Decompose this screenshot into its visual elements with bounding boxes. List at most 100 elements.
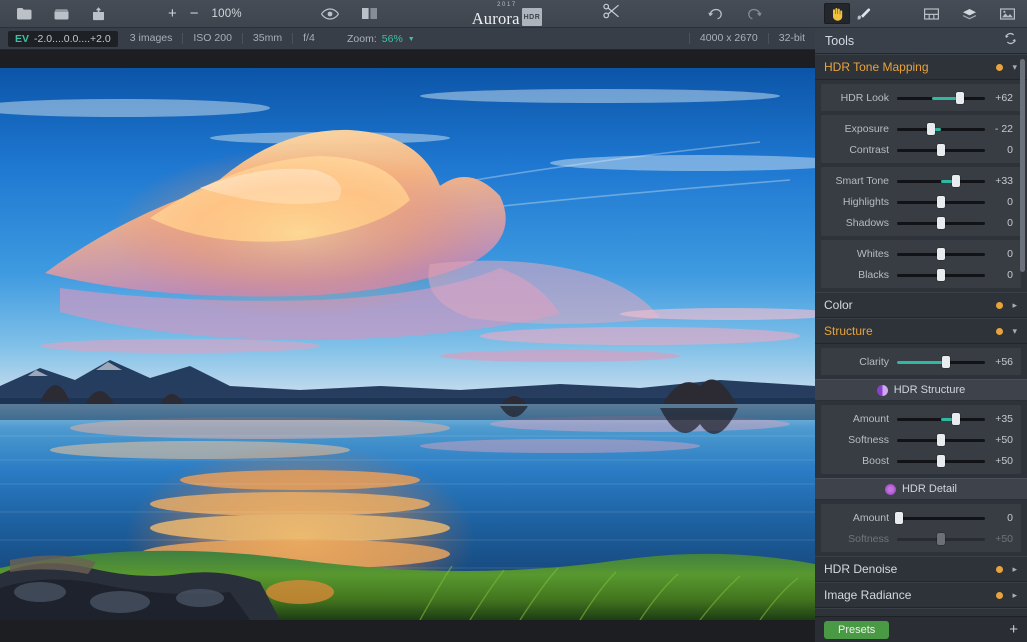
section-header-color[interactable]: Color ▸ bbox=[815, 292, 1027, 318]
slider-handle[interactable] bbox=[937, 196, 945, 208]
chevron-down-icon: ▼ bbox=[408, 36, 415, 43]
slider-row-shadows[interactable]: Shadows0 bbox=[821, 212, 1021, 233]
section-controls: ▾ bbox=[996, 63, 1017, 72]
slider-handle[interactable] bbox=[937, 455, 945, 467]
slider-row-exposure[interactable]: Exposure- 22 bbox=[821, 118, 1021, 139]
slider-track[interactable] bbox=[897, 248, 985, 260]
section-header-polarizing-filter[interactable]: Polarizing Filter▾ bbox=[815, 608, 1027, 616]
slider-track[interactable] bbox=[897, 144, 985, 156]
slider-handle[interactable] bbox=[937, 269, 945, 281]
slider-handle[interactable] bbox=[927, 123, 935, 135]
ev-bracket-chip[interactable]: EV -2.0....0.0....+2.0 bbox=[8, 31, 118, 47]
zoom-out-button[interactable]: − bbox=[190, 6, 199, 21]
chevron-right-icon[interactable]: ▸ bbox=[1012, 301, 1017, 310]
slider-track[interactable] bbox=[897, 123, 985, 135]
image-icon[interactable] bbox=[997, 4, 1017, 24]
presets-button[interactable]: Presets bbox=[824, 621, 889, 639]
sync-icon[interactable] bbox=[1004, 32, 1017, 50]
open-folder-icon[interactable] bbox=[14, 4, 34, 24]
slider-row-contrast[interactable]: Contrast0 bbox=[821, 139, 1021, 160]
undo-icon[interactable] bbox=[705, 4, 725, 24]
slider-row-clarity[interactable]: Clarity+56 bbox=[821, 351, 1021, 372]
subsection-hdr-structure[interactable]: HDR Structure bbox=[815, 379, 1027, 401]
filmstrip-icon[interactable] bbox=[921, 4, 941, 24]
slider-track[interactable] bbox=[897, 512, 985, 524]
slider-track[interactable] bbox=[897, 413, 985, 425]
slider-track[interactable] bbox=[897, 356, 985, 368]
slider-row-hdr-look[interactable]: HDR Look+62 bbox=[821, 87, 1021, 108]
slider-fill bbox=[897, 361, 946, 364]
slider-row-blacks[interactable]: Blacks0 bbox=[821, 264, 1021, 285]
slider-track[interactable] bbox=[897, 434, 985, 446]
section-status-dot bbox=[996, 592, 1003, 599]
brand-name: AuroraHDR bbox=[447, 8, 567, 27]
tools-header: Tools bbox=[815, 28, 1027, 54]
presets-bar: Presets + bbox=[815, 616, 1027, 642]
toolbar-zoom-controls: + − 100% bbox=[168, 6, 242, 21]
redo-icon[interactable] bbox=[745, 4, 765, 24]
slider-handle[interactable] bbox=[952, 175, 960, 187]
slider-track[interactable] bbox=[897, 269, 985, 281]
add-preset-icon[interactable]: + bbox=[1009, 622, 1018, 637]
chevron-down-icon[interactable]: ▾ bbox=[1012, 63, 1017, 72]
slider-handle[interactable] bbox=[895, 512, 903, 524]
slider-value: +56 bbox=[985, 356, 1013, 368]
slider-handle[interactable] bbox=[937, 434, 945, 446]
slider-value: +50 bbox=[985, 533, 1013, 545]
slider-handle[interactable] bbox=[952, 413, 960, 425]
slider-track[interactable] bbox=[897, 175, 985, 187]
brush-tool-icon[interactable] bbox=[850, 3, 876, 24]
scissors-icon[interactable] bbox=[603, 3, 621, 24]
slider-track[interactable] bbox=[897, 217, 985, 229]
slider-value: +33 bbox=[985, 175, 1013, 187]
slider-track[interactable] bbox=[897, 196, 985, 208]
slider-handle[interactable] bbox=[937, 533, 945, 545]
slider-value: +50 bbox=[985, 455, 1013, 467]
slider-row-softness[interactable]: Softness+50 bbox=[821, 528, 1021, 549]
tools-scroll-area[interactable]: HDR Tone Mapping▾ HDR Look+62 Exposure- 22… bbox=[815, 54, 1027, 616]
section-header-hdr-denoise[interactable]: HDR Denoise ▸ bbox=[815, 556, 1027, 582]
panel-scrollbar-thumb[interactable] bbox=[1020, 59, 1025, 272]
section-title: Color bbox=[824, 298, 853, 312]
hand-tool-icon[interactable] bbox=[824, 3, 850, 24]
hdr-photo-preview[interactable] bbox=[0, 68, 815, 620]
meta-aperture: f/4 bbox=[292, 33, 325, 44]
chevron-down-icon[interactable]: ▾ bbox=[1012, 327, 1017, 336]
layers-icon[interactable] bbox=[959, 4, 979, 24]
slider-row-softness[interactable]: Softness+50 bbox=[821, 429, 1021, 450]
section-title: HDR Denoise bbox=[824, 562, 897, 576]
section-header-image-radiance[interactable]: Image Radiance▸ bbox=[815, 582, 1027, 608]
slider-track[interactable] bbox=[897, 455, 985, 467]
zoom-selector[interactable]: Zoom: 56% ▼ bbox=[347, 33, 415, 45]
slider-track[interactable] bbox=[897, 533, 985, 545]
slider-value: +50 bbox=[985, 434, 1013, 446]
slider-handle[interactable] bbox=[937, 217, 945, 229]
slider-row-amount[interactable]: Amount0 bbox=[821, 507, 1021, 528]
zoom-in-button[interactable]: + bbox=[168, 6, 177, 21]
slider-handle[interactable] bbox=[956, 92, 964, 104]
subsection-hdr-detail[interactable]: HDR Detail bbox=[815, 478, 1027, 500]
image-canvas[interactable] bbox=[0, 50, 815, 642]
slider-handle[interactable] bbox=[937, 144, 945, 156]
archive-box-icon[interactable] bbox=[51, 4, 71, 24]
slider-handle[interactable] bbox=[942, 356, 950, 368]
slider-track[interactable] bbox=[897, 92, 985, 104]
slider-handle[interactable] bbox=[937, 248, 945, 260]
chevron-right-icon[interactable]: ▸ bbox=[1012, 591, 1017, 600]
section-header-structure[interactable]: Structure▾ bbox=[815, 318, 1027, 344]
slider-row-amount[interactable]: Amount+35 bbox=[821, 408, 1021, 429]
section-header-hdr-tone-mapping[interactable]: HDR Tone Mapping▾ bbox=[815, 54, 1027, 80]
toolbar-view-controls bbox=[320, 4, 379, 24]
slider-value: 0 bbox=[985, 217, 1013, 229]
slider-row-highlights[interactable]: Highlights0 bbox=[821, 191, 1021, 212]
slider-row-boost[interactable]: Boost+50 bbox=[821, 450, 1021, 471]
slider-row-whites[interactable]: Whites0 bbox=[821, 243, 1021, 264]
slider-label: HDR Look bbox=[821, 92, 897, 104]
split-compare-icon[interactable] bbox=[359, 4, 379, 24]
slider-value: 0 bbox=[985, 196, 1013, 208]
export-share-icon[interactable] bbox=[88, 4, 108, 24]
aurora-hdr-window: + − 100% 2017 AuroraHDR bbox=[0, 0, 1027, 642]
chevron-right-icon[interactable]: ▸ bbox=[1012, 565, 1017, 574]
preview-eye-icon[interactable] bbox=[320, 4, 340, 24]
slider-row-smart-tone[interactable]: Smart Tone+33 bbox=[821, 170, 1021, 191]
